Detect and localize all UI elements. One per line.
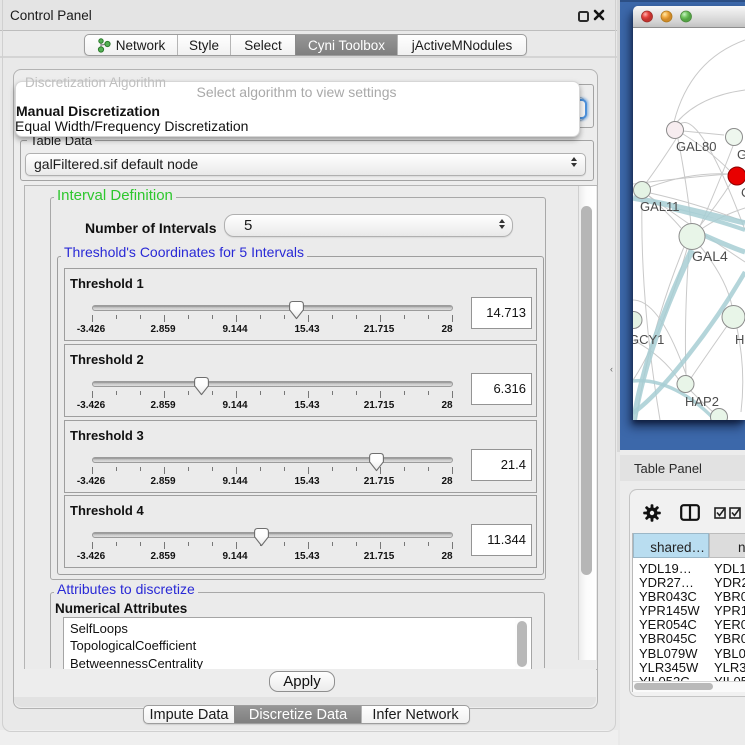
svg-text:GAL4: GAL4 — [692, 248, 728, 264]
svg-text:HAP2: HAP2 — [685, 394, 719, 409]
svg-text:C: C — [741, 185, 745, 200]
svg-text:GAL80: GAL80 — [676, 139, 716, 154]
svg-text:GA: GA — [737, 147, 745, 162]
svg-text:GCY1: GCY1 — [633, 332, 664, 347]
svg-text:H: H — [735, 332, 744, 347]
svg-text:GAL11: GAL11 — [640, 199, 680, 214]
